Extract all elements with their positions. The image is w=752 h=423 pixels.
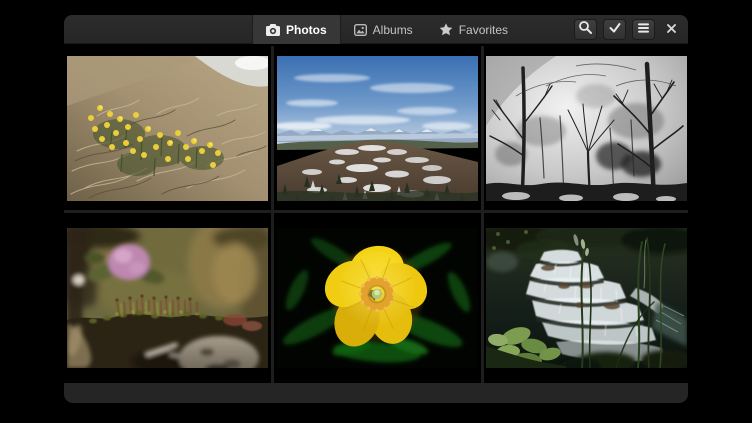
tab-label: Albums — [373, 23, 413, 37]
tab-photos[interactable]: Photos — [252, 15, 341, 44]
photo-cell[interactable] — [274, 213, 481, 383]
tab-albums[interactable]: Albums — [341, 15, 426, 44]
tab-label: Photos — [286, 23, 327, 37]
photo-cell[interactable] — [484, 46, 688, 210]
photo-cell[interactable] — [484, 213, 688, 383]
photo-snowy-mountain-vista — [277, 56, 478, 201]
headerbar-actions — [574, 15, 681, 44]
photo-cell[interactable] — [64, 46, 271, 210]
hamburger-menu-icon — [637, 21, 650, 39]
view-switcher: Photos Albums Favorites — [252, 15, 521, 44]
photo-grid — [64, 46, 688, 383]
menu-button[interactable] — [632, 19, 655, 40]
search-icon — [578, 20, 593, 40]
headerbar: Photos Albums Favorites — [64, 15, 688, 44]
tab-favorites[interactable]: Favorites — [426, 15, 521, 44]
photo-moss-macro — [67, 228, 268, 368]
photo-cell[interactable] — [64, 213, 271, 383]
photo-cell[interactable] — [274, 46, 481, 210]
window-footer — [64, 383, 688, 403]
photos-app-window: Photos Albums Favorites — [64, 15, 688, 403]
tab-label: Favorites — [459, 23, 508, 37]
check-icon — [608, 21, 622, 39]
photo-yellow-poppy — [277, 228, 478, 368]
close-icon — [666, 21, 677, 39]
close-button[interactable] — [661, 19, 681, 40]
star-icon — [439, 23, 453, 36]
photo-forest-waterfall — [486, 228, 687, 368]
photo-bare-trees-bw — [486, 56, 687, 201]
search-button[interactable] — [574, 19, 597, 40]
select-button[interactable] — [603, 19, 626, 40]
gallery-view — [64, 44, 688, 383]
album-icon — [354, 24, 367, 36]
camera-icon — [266, 24, 280, 36]
photo-daffodil-hillside — [67, 56, 268, 201]
